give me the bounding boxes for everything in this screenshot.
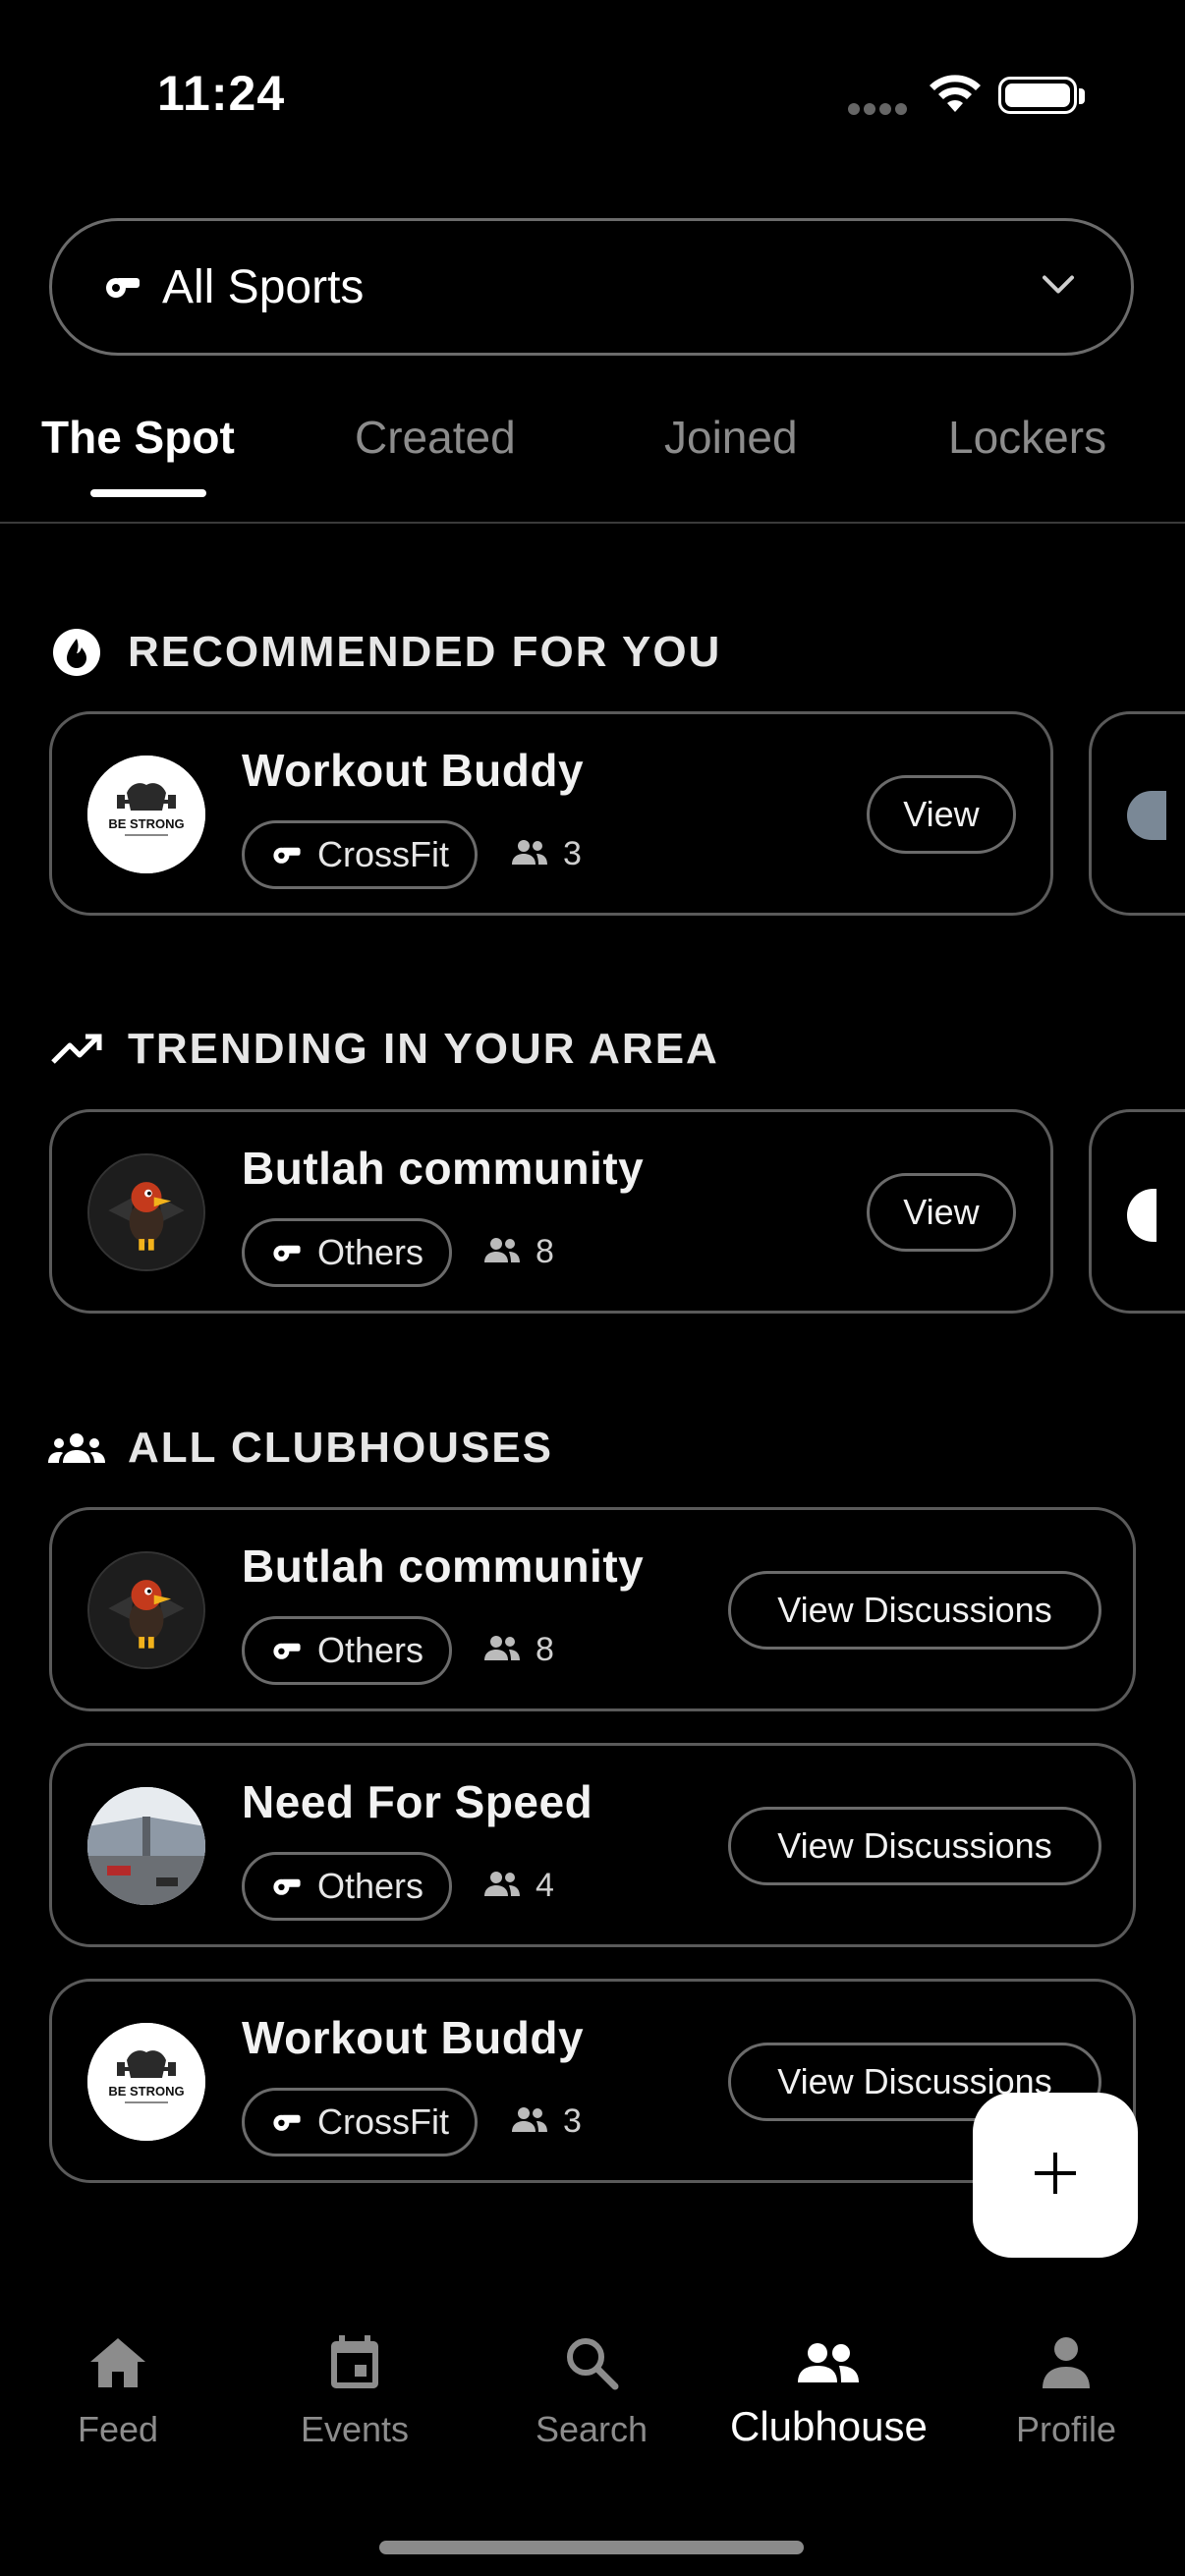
avatar: BE STRONG — [87, 756, 205, 873]
club-name: Workout Buddy — [242, 745, 585, 796]
clubhouse-row[interactable]: Butlah community Others 8 View Discussio… — [49, 1507, 1136, 1711]
section-trending-title: TRENDING IN YOUR AREA — [128, 1025, 719, 1073]
recommended-card-next[interactable] — [1089, 711, 1185, 916]
battery-icon — [998, 77, 1077, 114]
sport-chip: Others — [242, 1852, 453, 1921]
member-count-value: 8 — [536, 1631, 554, 1668]
section-all-title: ALL CLUBHOUSES — [128, 1424, 553, 1472]
avatar — [87, 1153, 205, 1271]
avatar-brand-text: BE STRONG — [108, 2084, 184, 2099]
whistle-icon — [270, 1870, 304, 1903]
whistle-icon — [270, 1236, 304, 1269]
nav-clubhouse[interactable]: Clubhouse — [730, 2328, 928, 2450]
wifi-icon — [930, 75, 981, 112]
groups-icon — [47, 1419, 106, 1478]
people-icon — [510, 837, 549, 871]
tab-active-indicator — [90, 489, 206, 497]
tab-the-spot[interactable]: The Spot — [41, 411, 235, 464]
section-recommended-header: RECOMMENDED FOR YOU — [47, 623, 721, 682]
sport-label: Others — [317, 1630, 424, 1670]
chevron-down-icon — [1041, 274, 1076, 301]
recommended-card[interactable]: BE STRONG Workout Buddy CrossFit 3 View — [49, 711, 1053, 916]
tab-joined[interactable]: Joined — [664, 411, 798, 464]
member-count-value: 3 — [563, 835, 582, 872]
fire-icon — [47, 623, 106, 682]
club-name: Need For Speed — [242, 1776, 593, 1827]
signal-dots-icon — [848, 103, 907, 115]
sport-filter-dropdown[interactable]: All Sports — [49, 218, 1134, 356]
tab-lockers[interactable]: Lockers — [948, 411, 1106, 464]
member-count-value: 8 — [536, 1233, 554, 1270]
people-icon — [482, 1633, 522, 1667]
sport-chip: CrossFit — [242, 820, 478, 889]
club-name: Workout Buddy — [242, 2012, 585, 2063]
people-icon — [510, 2104, 549, 2139]
nav-clubhouse-label: Clubhouse — [730, 2403, 928, 2449]
section-recommended-title: RECOMMENDED FOR YOU — [128, 628, 722, 676]
calendar-icon — [256, 2328, 453, 2397]
sport-label: CrossFit — [317, 2101, 449, 2142]
whistle-icon — [103, 267, 142, 307]
view-button[interactable]: View — [867, 775, 1016, 854]
plus-icon — [1033, 2151, 1078, 2201]
avatar — [1127, 1189, 1157, 1242]
nav-events-label: Events — [300, 2409, 410, 2449]
nav-profile-label: Profile — [1015, 2409, 1117, 2449]
member-count: 4 — [482, 1867, 554, 1905]
avatar: BE STRONG — [87, 2023, 205, 2141]
avatar — [1127, 791, 1166, 840]
member-count: 8 — [482, 1233, 554, 1271]
trending-card[interactable]: Butlah community Others 8 View — [49, 1109, 1053, 1314]
home-icon — [20, 2328, 216, 2397]
section-all-header: ALL CLUBHOUSES — [47, 1419, 553, 1478]
whistle-icon — [270, 838, 304, 871]
nav-events[interactable]: Events — [256, 2328, 453, 2450]
club-name: Butlah community — [242, 1143, 645, 1194]
sport-filter-value: All Sports — [162, 260, 365, 313]
view-discussions-button[interactable]: View Discussions — [728, 1571, 1101, 1650]
avatar-brand-text: BE STRONG — [108, 816, 184, 831]
nav-feed[interactable]: Feed — [20, 2328, 216, 2450]
nav-search[interactable]: Search — [493, 2328, 690, 2450]
whistle-icon — [270, 2105, 304, 2139]
whistle-icon — [270, 1634, 304, 1667]
sport-chip: Others — [242, 1616, 453, 1685]
member-count-value: 3 — [563, 2102, 582, 2140]
member-count: 3 — [510, 2102, 582, 2141]
view-discussions-button[interactable]: View Discussions — [728, 1807, 1101, 1885]
avatar — [87, 1551, 205, 1669]
nav-profile[interactable]: Profile — [968, 2328, 1164, 2450]
sport-chip: Others — [242, 1218, 453, 1287]
sport-label: CrossFit — [317, 834, 449, 874]
people-icon — [482, 1235, 522, 1269]
person-icon — [968, 2328, 1164, 2397]
clubhouse-row[interactable]: Need For Speed Others 4 View Discussions — [49, 1743, 1136, 1947]
nav-search-label: Search — [535, 2409, 649, 2449]
view-button[interactable]: View — [867, 1173, 1016, 1252]
create-clubhouse-button[interactable] — [973, 2093, 1138, 2258]
status-time: 11:24 — [157, 66, 286, 121]
section-trending-header: TRENDING IN YOUR AREA — [47, 1020, 719, 1079]
nav-feed-label: Feed — [77, 2409, 159, 2449]
home-indicator — [379, 2541, 804, 2554]
sport-label: Others — [317, 1866, 424, 1906]
groups-icon — [730, 2328, 927, 2397]
trending-card-next[interactable] — [1089, 1109, 1185, 1314]
trending-up-icon — [47, 1020, 106, 1079]
member-count: 3 — [510, 835, 582, 873]
club-name: Butlah community — [242, 1540, 645, 1592]
tab-divider — [0, 522, 1185, 524]
people-icon — [482, 1869, 522, 1903]
member-count-value: 4 — [536, 1867, 554, 1904]
battery-nub — [1079, 88, 1085, 104]
member-count: 8 — [482, 1631, 554, 1669]
sport-label: Others — [317, 1232, 424, 1272]
sport-chip: CrossFit — [242, 2088, 478, 2156]
tab-created[interactable]: Created — [355, 411, 516, 464]
avatar — [87, 1787, 205, 1905]
search-icon — [493, 2328, 690, 2397]
